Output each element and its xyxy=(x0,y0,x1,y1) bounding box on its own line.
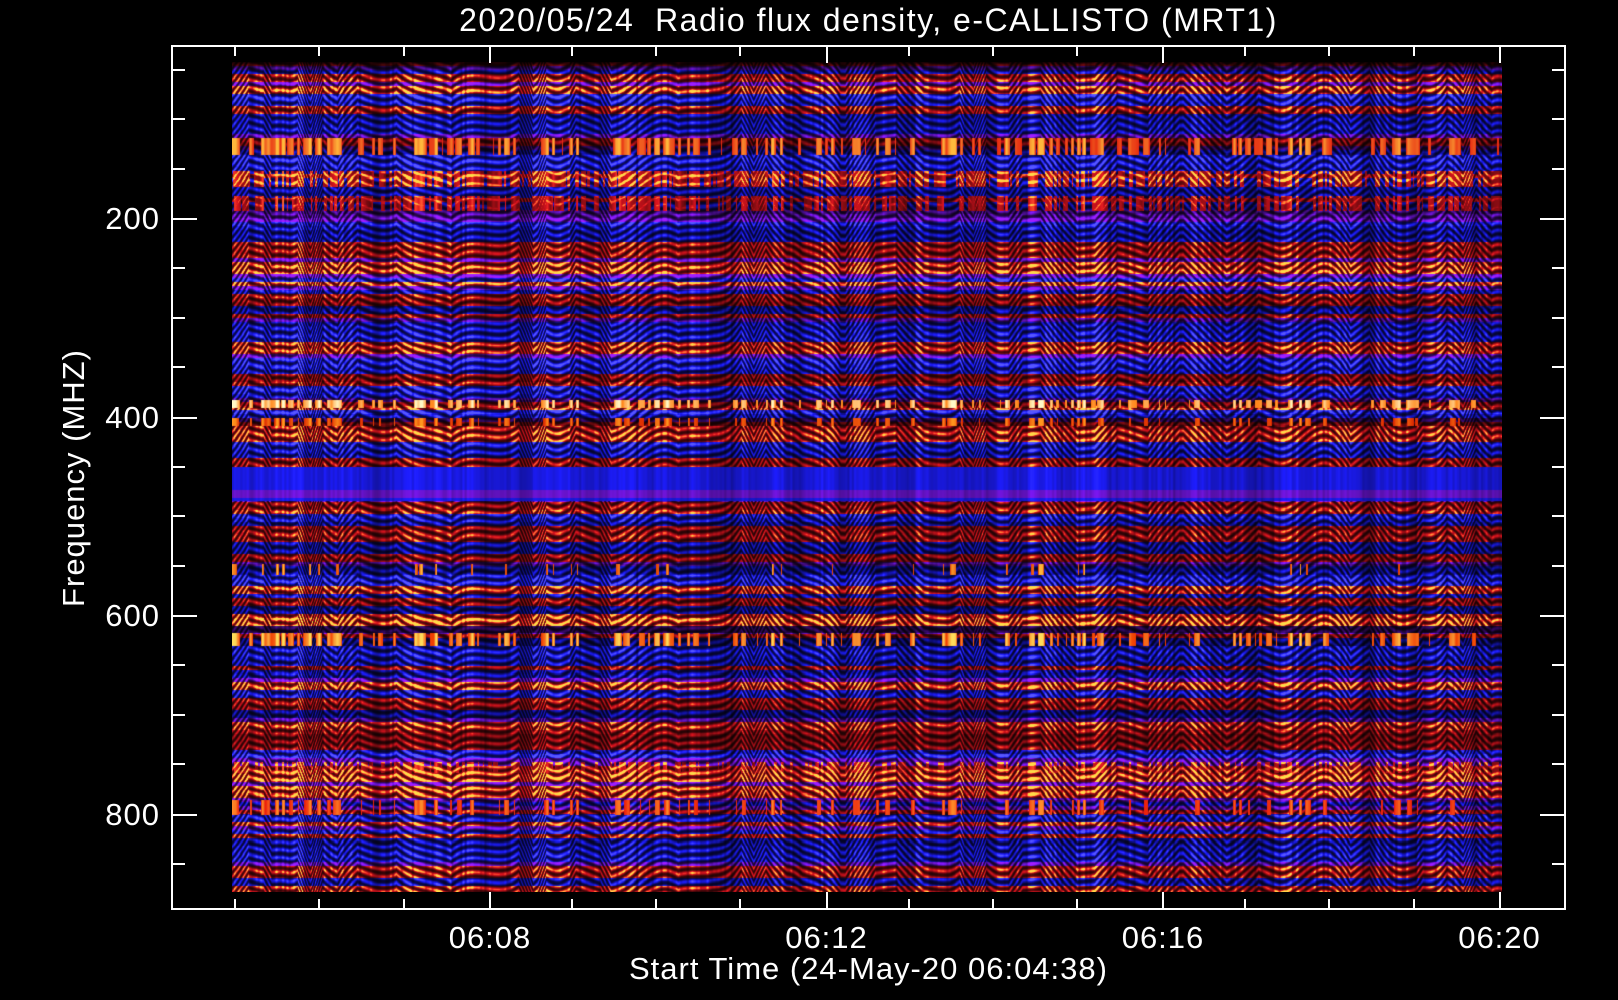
x-axis-minor-tick xyxy=(1328,899,1331,908)
x-tick-label: 06:16 xyxy=(1121,920,1205,955)
x-axis-minor-tick-top xyxy=(1412,47,1415,56)
y-axis-minor-tick-right xyxy=(1552,664,1564,667)
x-axis-minor-tick-top xyxy=(907,47,910,56)
x-tick-label: 06:12 xyxy=(785,920,868,955)
x-tick-label: 06:08 xyxy=(448,920,532,955)
x-axis-minor-tick xyxy=(739,899,742,908)
y-axis-minor-tick-right xyxy=(1552,316,1564,319)
x-axis-major-tick xyxy=(1498,892,1501,908)
y-axis-minor-tick-right xyxy=(1552,118,1564,121)
x-axis-minor-tick xyxy=(234,899,237,908)
x-axis-minor-tick xyxy=(991,899,994,908)
y-axis-minor-tick xyxy=(173,564,185,567)
x-axis-minor-tick xyxy=(1412,899,1415,908)
x-axis-minor-tick-top xyxy=(1244,47,1247,56)
y-axis-minor-tick xyxy=(173,118,185,121)
x-axis-title: Start Time (24-May-20 06:04:38) xyxy=(629,951,1108,986)
x-axis-minor-tick-top xyxy=(402,47,405,56)
y-tick-label: 600 xyxy=(105,598,160,633)
y-tick-label: 400 xyxy=(105,399,160,435)
y-axis-minor-tick xyxy=(173,267,185,270)
x-axis-minor-tick xyxy=(1244,899,1247,908)
x-axis-minor-tick-top xyxy=(1075,47,1078,56)
y-axis-major-tick xyxy=(173,218,197,220)
spectrogram-page: 2020/05/24 Radio flux density, e-CALLIST… xyxy=(0,0,1618,1000)
x-axis-major-tick-top xyxy=(1498,47,1501,63)
y-axis-minor-tick-right xyxy=(1552,515,1564,518)
y-tick-label: 200 xyxy=(105,201,160,236)
x-axis-major-tick xyxy=(1162,892,1164,908)
y-axis-major-tick-right xyxy=(1540,218,1564,220)
x-axis-major-tick xyxy=(489,892,491,908)
y-axis-minor-tick-right xyxy=(1552,763,1564,766)
y-axis-major-tick xyxy=(173,416,197,419)
y-axis-minor-tick-right xyxy=(1552,564,1564,567)
y-axis-minor-tick-right xyxy=(1552,366,1564,369)
x-axis-minor-tick-top xyxy=(1328,47,1331,56)
y-axis-minor-tick-right xyxy=(1552,267,1564,270)
y-axis-minor-tick-right xyxy=(1552,713,1564,716)
y-axis-minor-tick xyxy=(173,862,185,865)
x-axis-minor-tick-top xyxy=(318,47,321,56)
plot-frame xyxy=(171,45,1566,910)
y-axis-major-tick xyxy=(173,615,197,617)
x-axis-minor-tick xyxy=(318,899,321,908)
x-axis-major-tick-top xyxy=(1162,47,1164,63)
y-axis-minor-tick xyxy=(173,664,185,667)
y-axis-minor-tick xyxy=(173,713,185,716)
x-axis-major-tick-top xyxy=(825,47,828,63)
x-axis-minor-tick-top xyxy=(655,47,658,56)
x-axis-major-tick-top xyxy=(489,47,491,63)
x-axis-minor-tick-top xyxy=(570,47,573,56)
y-axis-major-tick-right xyxy=(1540,615,1564,617)
y-axis-minor-tick-right xyxy=(1552,167,1564,170)
y-axis-minor-tick xyxy=(173,167,185,170)
x-axis-minor-tick-top xyxy=(991,47,994,56)
x-axis-minor-tick xyxy=(1075,899,1078,908)
y-axis-minor-tick xyxy=(173,763,185,766)
x-axis-minor-tick-top xyxy=(739,47,742,56)
y-axis-minor-tick-right xyxy=(1552,68,1564,71)
y-axis-minor-tick-right xyxy=(1552,862,1564,865)
y-axis-minor-tick xyxy=(173,465,185,468)
y-axis-title: Frequency (MHZ) xyxy=(56,349,91,607)
x-axis-minor-tick xyxy=(402,899,405,908)
x-axis-minor-tick xyxy=(907,899,910,908)
x-axis-minor-tick xyxy=(570,899,573,908)
y-axis-major-tick-right xyxy=(1540,416,1564,419)
x-tick-label: 06:20 xyxy=(1458,920,1541,955)
y-axis-minor-tick-right xyxy=(1552,465,1564,468)
y-axis-minor-tick xyxy=(173,366,185,369)
x-axis-minor-tick-top xyxy=(234,47,237,56)
y-axis-minor-tick xyxy=(173,316,185,319)
chart-title: 2020/05/24 Radio flux density, e-CALLIST… xyxy=(459,2,1278,38)
y-axis-minor-tick xyxy=(173,68,185,71)
y-axis-minor-tick xyxy=(173,515,185,518)
x-axis-major-tick xyxy=(825,892,828,908)
y-axis-major-tick-right xyxy=(1540,813,1564,816)
x-axis-minor-tick xyxy=(655,899,658,908)
y-axis-major-tick xyxy=(173,813,197,816)
y-tick-label: 800 xyxy=(105,796,160,832)
